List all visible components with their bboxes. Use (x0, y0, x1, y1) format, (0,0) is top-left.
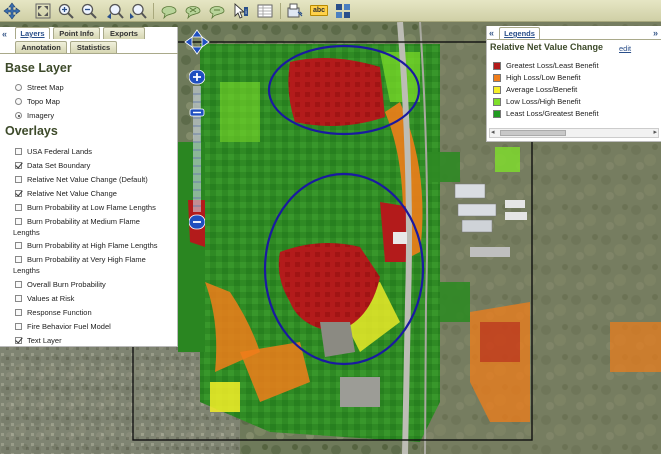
checkbox[interactable] (15, 204, 22, 211)
checkbox[interactable] (15, 256, 22, 263)
select-area-icon[interactable] (160, 2, 178, 20)
select-polygon-icon[interactable] (208, 2, 226, 20)
tab-layers[interactable]: Layers (15, 27, 50, 39)
zoom-next-icon[interactable] (129, 2, 147, 20)
overlay-bp-very-high-wrap: Lengths (13, 266, 40, 275)
clear-selection-icon[interactable] (184, 2, 202, 20)
expand-legend-icon[interactable]: » (653, 28, 658, 38)
checkbox[interactable] (15, 242, 22, 249)
checkbox[interactable] (15, 309, 22, 316)
tab-statistics[interactable]: Statistics (70, 41, 117, 53)
base-layer-heading: Base Layer (5, 61, 72, 75)
checkbox[interactable] (15, 323, 22, 330)
print-icon[interactable] (286, 2, 304, 20)
legend-panel: « Legends » Relative Net Value Change ed… (486, 26, 661, 142)
checkbox[interactable] (15, 218, 22, 225)
color-swatch (493, 86, 501, 94)
scroll-right-icon[interactable]: ▸ (653, 128, 657, 136)
radio-button[interactable] (15, 98, 22, 105)
legend-title: Relative Net Value Change (490, 42, 604, 52)
zoom-in-icon[interactable] (57, 2, 75, 20)
checkbox[interactable] (15, 148, 22, 155)
checkbox[interactable] (15, 281, 22, 288)
overlays-heading: Overlays (5, 124, 58, 138)
pan-left-icon (184, 36, 193, 48)
radio-button-selected[interactable] (15, 112, 22, 119)
color-swatch (493, 74, 501, 82)
checkbox[interactable] (15, 295, 22, 302)
collapse-legend-icon[interactable]: « (489, 28, 494, 38)
map-toolbar: i abc (0, 0, 661, 22)
pan-right-icon (201, 36, 210, 48)
radio-button[interactable] (15, 84, 22, 91)
layers-icon[interactable] (334, 2, 352, 20)
scroll-thumb[interactable] (500, 130, 566, 136)
overlay-bp-medium-wrap: Lengths (13, 228, 40, 237)
legend-edit-link[interactable]: edit (619, 44, 631, 53)
pan-up-icon (191, 29, 203, 38)
layers-panel: « Layers Point Info Exports Annotation S… (0, 27, 178, 347)
color-swatch (493, 62, 501, 70)
checkbox-checked[interactable] (15, 162, 22, 169)
svg-text:i: i (245, 10, 246, 16)
label-abc-icon[interactable]: abc (310, 5, 329, 16)
checkbox[interactable] (15, 176, 22, 183)
tab-legends[interactable]: Legends (499, 27, 540, 39)
legend-horizontal-scrollbar[interactable]: ◂ ▸ (489, 128, 659, 138)
pan-control[interactable] (184, 29, 210, 55)
zoom-previous-icon[interactable] (106, 2, 124, 20)
zoom-slider[interactable] (188, 69, 206, 230)
collapse-panel-icon[interactable]: « (2, 29, 11, 39)
checkbox-checked[interactable] (15, 190, 22, 197)
checkbox-checked[interactable] (15, 337, 22, 344)
pan-down-icon (191, 46, 203, 55)
tab-annotation[interactable]: Annotation (15, 41, 67, 53)
zoom-out-icon[interactable] (80, 2, 98, 20)
table-icon[interactable] (256, 2, 274, 20)
color-swatch (493, 110, 501, 118)
zoom-extent-icon[interactable] (34, 2, 52, 20)
pan-icon[interactable] (3, 2, 21, 20)
scroll-left-icon[interactable]: ◂ (491, 128, 495, 136)
tab-point-info[interactable]: Point Info (53, 27, 100, 39)
identify-icon[interactable]: i (232, 2, 250, 20)
color-swatch (493, 98, 501, 106)
tab-exports[interactable]: Exports (103, 27, 145, 39)
